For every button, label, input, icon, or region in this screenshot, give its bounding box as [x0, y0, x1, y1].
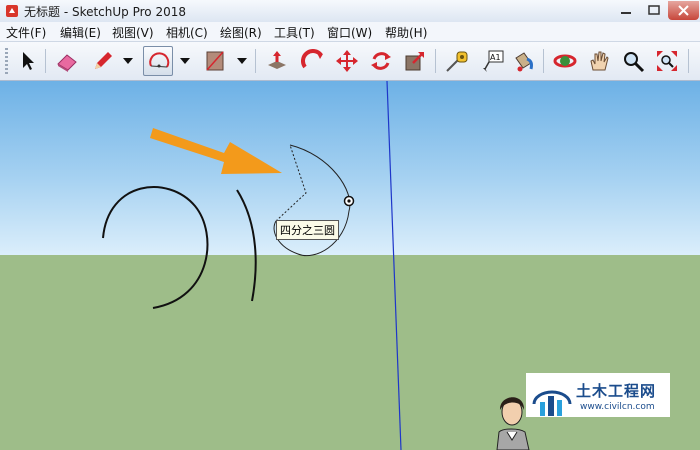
- pencil-tool-dropdown[interactable]: [121, 46, 135, 76]
- menu-file[interactable]: 文件(F): [6, 24, 46, 41]
- menu-view[interactable]: 视图(V): [112, 24, 154, 41]
- orbit-tool[interactable]: [550, 46, 580, 76]
- zoom-tool[interactable]: [618, 46, 648, 76]
- civilcn-logo-icon: [532, 390, 572, 416]
- tool-tooltip: 四分之三圆: [276, 220, 339, 240]
- maximize-button[interactable]: [641, 1, 667, 20]
- toolbar-separator: [543, 49, 544, 73]
- arc-tool-dropdown[interactable]: [178, 46, 192, 76]
- pan-tool[interactable]: [584, 46, 614, 76]
- arc-endpoint-dot: [347, 199, 351, 203]
- select-icon: [23, 52, 34, 70]
- toolbar-grip[interactable]: [5, 48, 8, 74]
- select-tool[interactable]: [12, 46, 42, 76]
- scale-icon: [405, 52, 424, 71]
- toolbar-separator: [435, 49, 436, 73]
- window-title: 无标题 - SketchUp Pro 2018: [24, 5, 186, 19]
- rectangle-icon: [206, 51, 224, 71]
- rectangle-tool[interactable]: [200, 46, 230, 76]
- text-icon: A1: [483, 50, 504, 72]
- minimize-icon: [621, 12, 631, 14]
- zoom-extents-tool[interactable]: [652, 46, 682, 76]
- zoom-icon: [624, 52, 645, 73]
- maximize-icon: [648, 5, 660, 15]
- menu-window[interactable]: 窗口(W): [327, 24, 372, 41]
- watermark-name: 土木工程网: [576, 382, 657, 400]
- main-toolbar: A1: [0, 42, 700, 81]
- menu-bar: 文件(F) 编辑(E) 视图(V) 相机(C) 绘图(R) 工具(T) 窗口(W…: [0, 22, 700, 42]
- pencil-icon: [95, 52, 112, 69]
- pencil-tool[interactable]: [88, 46, 118, 76]
- pan-icon: [590, 51, 609, 71]
- minimize-button[interactable]: [612, 1, 640, 20]
- dropdown-arrow-icon: [123, 58, 133, 64]
- menu-tools[interactable]: 工具(T): [274, 24, 315, 41]
- title-bar: 无标题 - SketchUp Pro 2018: [0, 0, 700, 23]
- toolbar-separator: [688, 49, 689, 73]
- sketchup-app-icon[interactable]: [5, 4, 19, 18]
- blue-axis: [386, 81, 402, 450]
- menu-camera[interactable]: 相机(C): [166, 24, 208, 41]
- arc-half-circle[interactable]: [102, 186, 209, 309]
- dropdown-arrow-icon: [180, 58, 190, 64]
- orbit-icon: [553, 54, 577, 68]
- orange-arrow-annotation: [150, 128, 282, 174]
- eraser-icon: [57, 54, 77, 72]
- toolbar-separator: [45, 49, 46, 73]
- paint-bucket-icon: [515, 52, 533, 72]
- arc-icon: [149, 52, 170, 68]
- arc-tool[interactable]: [143, 46, 173, 76]
- move-tool[interactable]: [332, 46, 362, 76]
- menu-help[interactable]: 帮助(H): [385, 24, 427, 41]
- arc-radius-guide: [275, 144, 307, 222]
- zoom-extents-icon: [657, 51, 677, 71]
- scale-tool[interactable]: [400, 46, 430, 76]
- arc-curve[interactable]: [236, 189, 257, 302]
- paint-bucket-tool[interactable]: [508, 46, 538, 76]
- rotate-tool[interactable]: [366, 46, 396, 76]
- text-tool[interactable]: A1: [477, 46, 507, 76]
- tape-measure-tool[interactable]: [442, 46, 472, 76]
- text-tool-glyph: A1: [490, 53, 501, 62]
- push-pull-tool[interactable]: [262, 46, 292, 76]
- menu-draw[interactable]: 绘图(R): [220, 24, 262, 41]
- toolbar-separator: [255, 49, 256, 73]
- follow-me-tool[interactable]: [298, 46, 328, 76]
- move-icon: [336, 50, 358, 72]
- dropdown-arrow-icon: [237, 58, 247, 64]
- rectangle-tool-dropdown[interactable]: [235, 46, 249, 76]
- tape-measure-icon: [446, 51, 468, 72]
- follow-me-icon: [301, 49, 323, 69]
- push-pull-icon: [268, 51, 286, 69]
- rotate-icon: [371, 52, 391, 70]
- eraser-tool[interactable]: [52, 46, 82, 76]
- watermark-url: www.civilcn.com: [580, 402, 655, 412]
- close-icon: [678, 5, 689, 16]
- menu-edit[interactable]: 编辑(E): [60, 24, 101, 41]
- close-button[interactable]: [668, 1, 699, 20]
